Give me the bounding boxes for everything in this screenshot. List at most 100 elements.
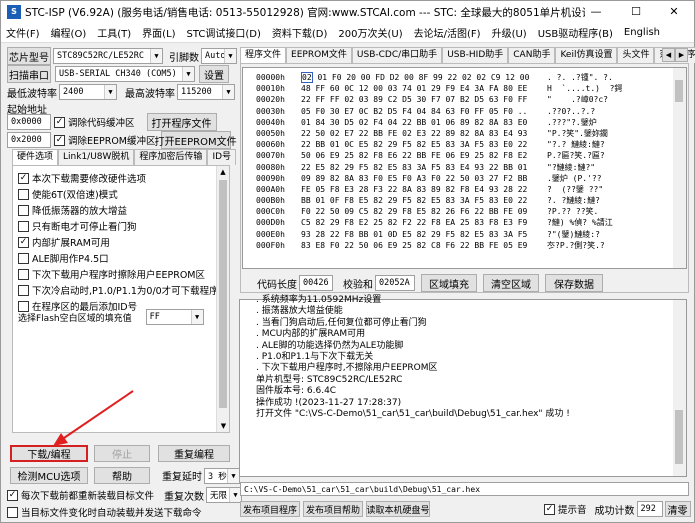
tab-header-file[interactable]: 头文件	[617, 47, 655, 63]
menu-program[interactable]: 编程(O)	[46, 25, 93, 40]
hex-view[interactable]: 00000h 02 01 F0 20 00 FD D2 00 8F 99 22 0…	[242, 67, 687, 269]
scan-port-button[interactable]: 扫描串口	[7, 65, 51, 83]
read-hdd-button[interactable]: 读取本机硬盘号	[366, 501, 430, 517]
hex-bytes: F0 22 50 09 C5 82 29 F8 E5 82 26 F6 22 B…	[301, 207, 528, 217]
hex-scrollbar[interactable]	[673, 68, 686, 268]
maximize-icon[interactable]: ☐	[616, 1, 656, 23]
save-data-button[interactable]: 保存数据	[545, 274, 603, 292]
tab-encrypt[interactable]: 程序加密后传输	[134, 149, 208, 165]
scrollbar-thumb[interactable]	[219, 180, 227, 408]
options-scrollbar[interactable]: ▲ ▼	[216, 166, 229, 432]
auto-load-checkbox[interactable]: 当目标文件变化时自动装载并发送下载命令	[7, 504, 202, 520]
menu-forum[interactable]: 去论坛/活图(F)	[409, 25, 487, 40]
clear-eeprom-buffer-checkbox[interactable]: ✓ 调除EEPROM缓冲区	[54, 132, 156, 148]
menu-200m[interactable]: 200万次关(U)	[333, 25, 408, 40]
open-eeprom-file-button[interactable]: 打开EEPROM文件	[154, 131, 237, 149]
scrollbar-thumb[interactable]	[675, 80, 683, 102]
option-checkbox[interactable]: 降低振荡器的放大增益	[18, 202, 214, 218]
repeat-program-button[interactable]: 重复编程	[158, 445, 230, 462]
menu-tools[interactable]: 工具(T)	[92, 25, 137, 40]
chevron-down-icon: ▼	[190, 310, 203, 324]
log-scrollbar[interactable]	[673, 300, 686, 476]
tab-keil-sim[interactable]: Keil仿真设置	[555, 47, 618, 63]
file-path-field[interactable]: C:\VS-C-Demo\51_car\51_car\build\Debug\5…	[240, 482, 689, 496]
option-checkbox[interactable]: 只有断电才可停止看门狗	[18, 218, 214, 234]
tab-program-file[interactable]: 程序文件	[240, 47, 287, 63]
reload-before-download-checkbox[interactable]: ✓ 每次下载前都重新装载目标文件	[7, 487, 154, 503]
hex-address: 00010h	[256, 84, 285, 94]
option-checkbox[interactable]: ALE脚用作P4.5口	[18, 250, 214, 266]
clear-region-button[interactable]: 清空区域	[483, 274, 539, 292]
menu-file[interactable]: 文件(F)	[1, 25, 46, 40]
tab-eeprom-file[interactable]: EEPROM文件	[286, 47, 352, 63]
open-program-file-button[interactable]: 打开程序文件	[146, 113, 217, 131]
pin-count-select[interactable]: Auto ▼	[201, 48, 237, 64]
code-address-input[interactable]: 0x0000	[7, 114, 51, 130]
menu-upgrade[interactable]: 升级(U)	[487, 25, 533, 40]
repeat-delay-select[interactable]: 3 秒 ▼	[204, 467, 240, 484]
menu-english[interactable]: English	[619, 27, 666, 38]
max-baud-select[interactable]: 115200 ▼	[177, 84, 235, 100]
checksum-field: 02052A	[375, 275, 415, 291]
stc-isp-window: S STC-ISP (V6.92A) (服务电话/销售电话: 0513-5501…	[0, 0, 695, 523]
repeat-count-select[interactable]: 无限 ▼	[206, 487, 243, 503]
scroll-down-icon[interactable]: ▼	[217, 420, 230, 432]
menu-interface[interactable]: 界面(L)	[137, 25, 181, 40]
clear-code-buffer-checkbox[interactable]: ✓ 调除代码缓冲区	[54, 114, 135, 130]
fill-value-select[interactable]: FF ▼	[145, 309, 204, 325]
menu-debug[interactable]: STC调试接口(D)	[182, 25, 267, 40]
tab-link1-offline[interactable]: Link1/U8W脱机	[58, 149, 135, 165]
minimize-icon[interactable]: —	[576, 1, 616, 23]
log-output[interactable]: . 系统频率为11.0592MHz设置. 振荡器放大增益使能. 当看门狗启动后,…	[239, 295, 687, 477]
log-line: 操作成功 !(2023-11-27 17:28:37)	[256, 397, 402, 408]
eeprom-address-input[interactable]: 0x2000	[7, 132, 51, 148]
option-checkbox[interactable]: ✓ 本次下载需要修改硬件选项	[18, 170, 214, 186]
option-checkbox[interactable]: 下次冷启动时,P1.0/P1.1为0/0才可下载程序	[18, 282, 219, 298]
option-checkbox[interactable]: 使能6T(双倍速)模式	[18, 186, 214, 202]
hex-cursor[interactable]: 02	[301, 72, 313, 83]
hex-ascii: 冭?P.?側?笑.?	[547, 240, 605, 250]
clear-count-button[interactable]: 清零	[664, 501, 691, 517]
settings-button[interactable]: 设置	[199, 65, 229, 83]
hex-address: 00030h	[256, 106, 285, 116]
option-label: 只有断电才可停止看门狗	[32, 222, 137, 233]
scroll-up-icon[interactable]: ▲	[217, 166, 229, 178]
min-baud-value: 2400	[63, 87, 84, 97]
serial-port-select[interactable]: USB-SERIAL CH340 (COM5) ▼	[55, 66, 195, 82]
code-length-value: 00426	[303, 278, 329, 288]
min-baud-label: 最低波特率	[7, 88, 57, 100]
tab-usb-hid[interactable]: USB-HID助手	[442, 47, 509, 63]
code-address-value: 0x0000	[11, 117, 42, 127]
option-checkbox[interactable]: 下次下载用户程序时擦除用户EEPROM区	[18, 266, 214, 282]
option-checkbox[interactable]: ✓ 内部扩展RAM可用	[18, 234, 214, 250]
checkbox-box	[18, 252, 29, 264]
chip-model-select[interactable]: STC89C52RC/LE52RC ▼	[53, 48, 163, 64]
fill-region-button[interactable]: 区域填充	[421, 274, 477, 292]
help-button[interactable]: 帮助	[94, 467, 150, 484]
tab-scroll-arrows[interactable]: ◀ ▶	[662, 48, 688, 62]
hex-ascii: .???"?.鐾炉	[547, 117, 597, 127]
close-icon[interactable]: ✕	[654, 1, 694, 23]
tab-left-icon[interactable]: ◀	[662, 48, 675, 62]
publish-program-button[interactable]: 发布项目程序	[240, 501, 300, 517]
tab-can[interactable]: CAN助手	[508, 47, 556, 63]
menu-download[interactable]: 资料下载(D)	[267, 25, 334, 40]
tab-right-icon[interactable]: ▶	[675, 48, 688, 62]
prompt-sound-checkbox[interactable]: ✓ 提示音	[544, 501, 587, 517]
hex-row: 00040h 01 84 30 D5 02 F4 04 22 BB 01 06 8…	[243, 117, 674, 128]
check-mcu-options-button[interactable]: 检测MCU选项	[10, 467, 88, 484]
option-label: 下次冷启动时,P1.0/P1.1为0/0才可下载程序	[32, 286, 219, 297]
chip-model-button[interactable]: 芯片型号	[7, 47, 51, 65]
hex-address: 00060h	[256, 140, 285, 150]
hex-rows: 00000h 02 01 F0 20 00 FD D2 00 8F 99 22 0…	[243, 72, 674, 251]
tab-id[interactable]: ID号	[207, 149, 237, 165]
scrollbar-thumb[interactable]	[675, 410, 683, 464]
menu-usb-driver[interactable]: USB驱动程序(B)	[533, 25, 619, 40]
min-baud-select[interactable]: 2400 ▼	[59, 84, 117, 100]
publish-help-button[interactable]: 发布项目帮助	[303, 501, 363, 517]
checkbox-box	[18, 188, 29, 200]
serial-port-value: USB-SERIAL CH340 (COM5)	[59, 69, 177, 79]
tab-usb-cdc[interactable]: USB-CDC/串口助手	[351, 47, 443, 63]
fill-value-value: FF	[149, 312, 160, 322]
tab-hardware-options[interactable]: 硬件选项	[12, 149, 59, 165]
